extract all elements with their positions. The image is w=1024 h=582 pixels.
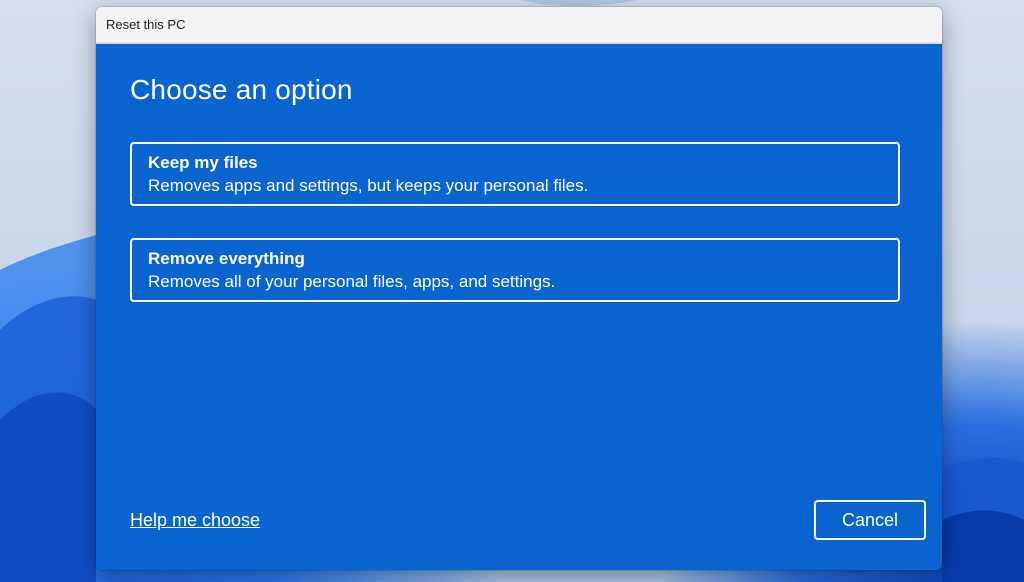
cancel-button[interactable]: Cancel (814, 500, 926, 540)
page-title: Choose an option (130, 74, 353, 105)
reset-pc-dialog: Reset this PC Choose an option Keep my f… (96, 7, 942, 570)
option-description: Removes all of your personal files, apps… (148, 272, 556, 291)
window-title: Reset this PC (106, 17, 186, 32)
remove-everything-option[interactable]: Remove everything Removes all of your pe… (130, 238, 900, 302)
option-title: Remove everything (148, 249, 305, 268)
option-description: Removes apps and settings, but keeps you… (148, 176, 589, 195)
title-bar[interactable]: Reset this PC (96, 7, 942, 43)
help-me-choose-link[interactable]: Help me choose (130, 510, 260, 531)
dialog-content: Choose an option Keep my files Removes a… (96, 44, 942, 570)
keep-my-files-option[interactable]: Keep my files Removes apps and settings,… (130, 142, 900, 206)
option-title: Keep my files (148, 153, 258, 172)
